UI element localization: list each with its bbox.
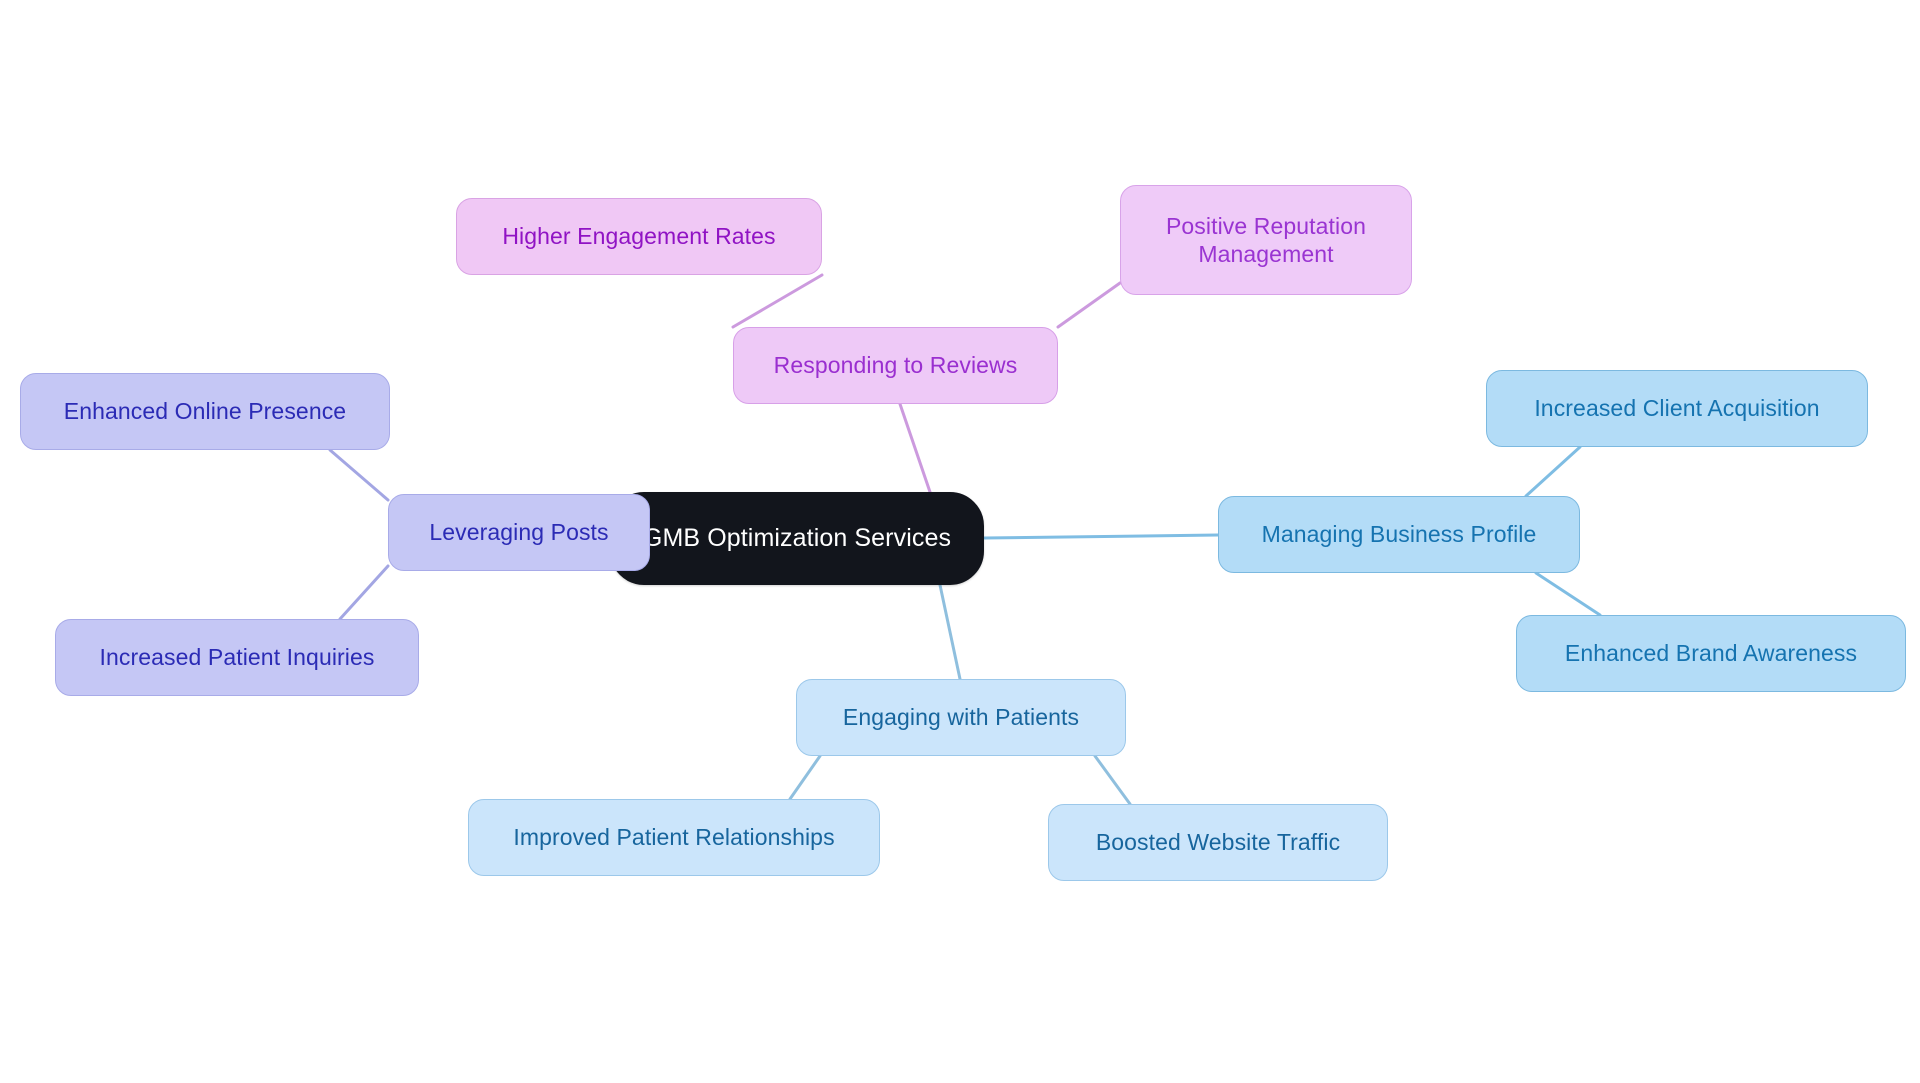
- node-root-label: GMB Optimization Services: [642, 524, 952, 553]
- node-higher-engagement-rates-label: Higher Engagement Rates: [502, 223, 776, 250]
- edge-leveraging-enhanced: [328, 448, 390, 502]
- node-leveraging-posts[interactable]: Leveraging Posts: [388, 494, 650, 571]
- node-managing-business-profile[interactable]: Managing Business Profile: [1218, 496, 1580, 573]
- node-enhanced-online-presence-label: Enhanced Online Presence: [63, 398, 347, 425]
- edge-managing-acquisition: [1524, 445, 1582, 498]
- edge-responding-higher: [731, 273, 824, 329]
- node-positive-reputation-management[interactable]: Positive Reputation Management: [1120, 185, 1412, 295]
- node-positive-reputation-management-label: Positive Reputation Management: [1165, 212, 1367, 267]
- edge-responding-positive: [1056, 281, 1122, 329]
- edge-root-managing: [982, 533, 1220, 540]
- edge-leveraging-inquiries: [338, 564, 390, 621]
- node-enhanced-online-presence[interactable]: Enhanced Online Presence: [20, 373, 390, 450]
- node-increased-client-acquisition[interactable]: Increased Client Acquisition: [1486, 370, 1868, 447]
- node-leveraging-posts-label: Leveraging Posts: [429, 519, 609, 546]
- node-responding-to-reviews[interactable]: Responding to Reviews: [733, 327, 1058, 404]
- node-responding-to-reviews-label: Responding to Reviews: [773, 352, 1018, 379]
- node-increased-patient-inquiries[interactable]: Increased Patient Inquiries: [55, 619, 419, 696]
- node-root[interactable]: GMB Optimization Services: [610, 492, 984, 585]
- node-engaging-with-patients-label: Engaging with Patients: [842, 704, 1080, 731]
- node-enhanced-brand-awareness-label: Enhanced Brand Awareness: [1564, 640, 1858, 667]
- edge-root-responding: [898, 402, 932, 494]
- node-enhanced-brand-awareness[interactable]: Enhanced Brand Awareness: [1516, 615, 1906, 692]
- node-boosted-website-traffic[interactable]: Boosted Website Traffic: [1048, 804, 1388, 881]
- mindmap-canvas: GMB Optimization Services Responding to …: [0, 0, 1920, 1083]
- node-improved-patient-relationships-label: Improved Patient Relationships: [513, 824, 835, 851]
- edge-engaging-relationships: [788, 754, 822, 801]
- edge-engaging-traffic: [1093, 754, 1132, 806]
- edge-root-engaging: [938, 583, 962, 681]
- node-engaging-with-patients[interactable]: Engaging with Patients: [796, 679, 1126, 756]
- node-increased-patient-inquiries-label: Increased Patient Inquiries: [99, 644, 375, 671]
- node-increased-client-acquisition-label: Increased Client Acquisition: [1534, 395, 1820, 422]
- edge-managing-brand: [1534, 571, 1602, 617]
- node-boosted-website-traffic-label: Boosted Website Traffic: [1095, 829, 1341, 856]
- node-improved-patient-relationships[interactable]: Improved Patient Relationships: [468, 799, 880, 876]
- node-managing-business-profile-label: Managing Business Profile: [1261, 521, 1537, 548]
- node-higher-engagement-rates[interactable]: Higher Engagement Rates: [456, 198, 822, 275]
